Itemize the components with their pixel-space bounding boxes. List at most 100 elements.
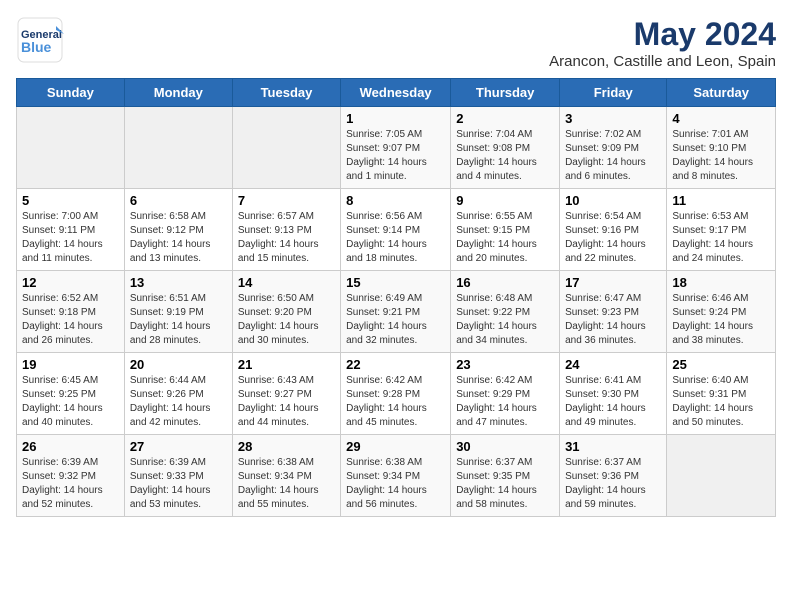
calendar-cell: 22 Sunrise: 6:42 AM Sunset: 9:28 PM Dayli… [341, 353, 451, 435]
weekday-header-friday: Friday [560, 79, 667, 107]
calendar-week-row: 19 Sunrise: 6:45 AM Sunset: 9:25 PM Dayli… [17, 353, 776, 435]
calendar-cell [667, 435, 776, 517]
day-number: 12 [22, 275, 119, 290]
cell-info: Sunrise: 6:58 AM Sunset: 9:12 PM Dayligh… [130, 210, 227, 266]
day-number: 17 [565, 275, 661, 290]
cell-info: Sunrise: 6:42 AM Sunset: 9:29 PM Dayligh… [456, 374, 554, 430]
calendar-table: SundayMondayTuesdayWednesdayThursdayFrid… [16, 78, 776, 517]
calendar-cell: 2 Sunrise: 7:04 AM Sunset: 9:08 PM Daylig… [451, 107, 560, 189]
weekday-header-thursday: Thursday [451, 79, 560, 107]
calendar-cell: 31Sunrise: 6:37 AM Sunset: 9:36 PM Dayli… [560, 435, 667, 517]
calendar-cell: 14 Sunrise: 6:50 AM Sunset: 9:20 PM Dayli… [232, 271, 340, 353]
calendar-cell: 3 Sunrise: 7:02 AM Sunset: 9:09 PM Daylig… [560, 107, 667, 189]
day-number: 3 [565, 111, 661, 126]
location-title: Arancon, Castille and Leon, Spain [549, 53, 776, 70]
day-number: 15 [346, 275, 445, 290]
calendar-week-row: 26Sunrise: 6:39 AM Sunset: 9:32 PM Dayli… [17, 435, 776, 517]
calendar-cell: 30 Sunrise: 6:37 AM Sunset: 9:35 PM Dayli… [451, 435, 560, 517]
day-number: 31 [565, 439, 661, 454]
cell-info: Sunrise: 6:48 AM Sunset: 9:22 PM Dayligh… [456, 292, 554, 348]
calendar-cell: 7 Sunrise: 6:57 AM Sunset: 9:13 PM Daylig… [232, 189, 340, 271]
cell-info: Sunrise: 6:56 AM Sunset: 9:14 PM Dayligh… [346, 210, 445, 266]
cell-info: Sunrise: 6:51 AM Sunset: 9:19 PM Dayligh… [130, 292, 227, 348]
cell-info: Sunrise: 6:40 AM Sunset: 9:31 PM Dayligh… [672, 374, 770, 430]
calendar-cell: 16 Sunrise: 6:48 AM Sunset: 9:22 PM Dayli… [451, 271, 560, 353]
calendar-cell: 27 Sunrise: 6:39 AM Sunset: 9:33 PM Dayli… [124, 435, 232, 517]
cell-info: Sunrise: 6:55 AM Sunset: 9:15 PM Dayligh… [456, 210, 554, 266]
calendar-cell: 17Sunrise: 6:47 AM Sunset: 9:23 PM Dayli… [560, 271, 667, 353]
day-number: 22 [346, 357, 445, 372]
calendar-cell: 4 Sunrise: 7:01 AM Sunset: 9:10 PM Daylig… [667, 107, 776, 189]
calendar-cell: 15 Sunrise: 6:49 AM Sunset: 9:21 PM Dayli… [341, 271, 451, 353]
cell-info: Sunrise: 6:39 AM Sunset: 9:33 PM Dayligh… [130, 456, 227, 512]
calendar-cell: 19 Sunrise: 6:45 AM Sunset: 9:25 PM Dayli… [17, 353, 125, 435]
calendar-cell: 29 Sunrise: 6:38 AM Sunset: 9:34 PM Dayli… [341, 435, 451, 517]
day-number: 28 [238, 439, 335, 454]
logo: General Blue [16, 16, 64, 64]
logo-svg: General Blue [16, 16, 64, 64]
cell-info: Sunrise: 6:52 AM Sunset: 9:18 PM Dayligh… [22, 292, 119, 348]
cell-info: Sunrise: 6:49 AM Sunset: 9:21 PM Dayligh… [346, 292, 445, 348]
cell-info: Sunrise: 6:46 AM Sunset: 9:24 PM Dayligh… [672, 292, 770, 348]
cell-info: Sunrise: 6:43 AM Sunset: 9:27 PM Dayligh… [238, 374, 335, 430]
cell-info: Sunrise: 6:44 AM Sunset: 9:26 PM Dayligh… [130, 374, 227, 430]
day-number: 20 [130, 357, 227, 372]
day-number: 26 [22, 439, 119, 454]
day-number: 27 [130, 439, 227, 454]
cell-info: Sunrise: 6:54 AM Sunset: 9:16 PM Dayligh… [565, 210, 661, 266]
month-title: May 2024 [549, 16, 776, 53]
calendar-cell: 24 Sunrise: 6:41 AM Sunset: 9:30 PM Dayli… [560, 353, 667, 435]
calendar-cell: 5Sunrise: 7:00 AM Sunset: 9:11 PM Daylig… [17, 189, 125, 271]
calendar-cell: 18 Sunrise: 6:46 AM Sunset: 9:24 PM Dayli… [667, 271, 776, 353]
cell-info: Sunrise: 7:01 AM Sunset: 9:10 PM Dayligh… [672, 128, 770, 184]
day-number: 21 [238, 357, 335, 372]
svg-text:Blue: Blue [21, 39, 52, 55]
calendar-cell: 28 Sunrise: 6:38 AM Sunset: 9:34 PM Dayli… [232, 435, 340, 517]
calendar-cell: 12 Sunrise: 6:52 AM Sunset: 9:18 PM Dayli… [17, 271, 125, 353]
cell-info: Sunrise: 6:42 AM Sunset: 9:28 PM Dayligh… [346, 374, 445, 430]
cell-info: Sunrise: 6:57 AM Sunset: 9:13 PM Dayligh… [238, 210, 335, 266]
calendar-cell: 20 Sunrise: 6:44 AM Sunset: 9:26 PM Dayli… [124, 353, 232, 435]
cell-info: Sunrise: 7:02 AM Sunset: 9:09 PM Dayligh… [565, 128, 661, 184]
cell-info: Sunrise: 7:04 AM Sunset: 9:08 PM Dayligh… [456, 128, 554, 184]
day-number: 16 [456, 275, 554, 290]
day-number: 30 [456, 439, 554, 454]
calendar-week-row: 5Sunrise: 7:00 AM Sunset: 9:11 PM Daylig… [17, 189, 776, 271]
cell-info: Sunrise: 6:37 AM Sunset: 9:35 PM Dayligh… [456, 456, 554, 512]
day-number: 24 [565, 357, 661, 372]
day-number: 6 [130, 193, 227, 208]
day-number: 29 [346, 439, 445, 454]
weekday-header-saturday: Saturday [667, 79, 776, 107]
day-number: 18 [672, 275, 770, 290]
day-number: 19 [22, 357, 119, 372]
calendar-cell: 6 Sunrise: 6:58 AM Sunset: 9:12 PM Daylig… [124, 189, 232, 271]
cell-info: Sunrise: 6:38 AM Sunset: 9:34 PM Dayligh… [346, 456, 445, 512]
calendar-cell: 26Sunrise: 6:39 AM Sunset: 9:32 PM Dayli… [17, 435, 125, 517]
calendar-cell [17, 107, 125, 189]
weekday-header-tuesday: Tuesday [232, 79, 340, 107]
cell-info: Sunrise: 6:41 AM Sunset: 9:30 PM Dayligh… [565, 374, 661, 430]
day-number: 11 [672, 193, 770, 208]
calendar-cell: 21 Sunrise: 6:43 AM Sunset: 9:27 PM Dayli… [232, 353, 340, 435]
calendar-cell: 9 Sunrise: 6:55 AM Sunset: 9:15 PM Daylig… [451, 189, 560, 271]
cell-info: Sunrise: 7:05 AM Sunset: 9:07 PM Dayligh… [346, 128, 445, 184]
calendar-cell: 23Sunrise: 6:42 AM Sunset: 9:29 PM Dayli… [451, 353, 560, 435]
cell-info: Sunrise: 6:50 AM Sunset: 9:20 PM Dayligh… [238, 292, 335, 348]
day-number: 1 [346, 111, 445, 126]
day-number: 2 [456, 111, 554, 126]
day-number: 8 [346, 193, 445, 208]
weekday-header-row: SundayMondayTuesdayWednesdayThursdayFrid… [17, 79, 776, 107]
cell-info: Sunrise: 6:45 AM Sunset: 9:25 PM Dayligh… [22, 374, 119, 430]
weekday-header-sunday: Sunday [17, 79, 125, 107]
calendar-cell: 13Sunrise: 6:51 AM Sunset: 9:19 PM Dayli… [124, 271, 232, 353]
calendar-cell: 1 Sunrise: 7:05 AM Sunset: 9:07 PM Daylig… [341, 107, 451, 189]
cell-info: Sunrise: 6:38 AM Sunset: 9:34 PM Dayligh… [238, 456, 335, 512]
calendar-cell: 8 Sunrise: 6:56 AM Sunset: 9:14 PM Daylig… [341, 189, 451, 271]
day-number: 9 [456, 193, 554, 208]
day-number: 5 [22, 193, 119, 208]
day-number: 14 [238, 275, 335, 290]
calendar-cell: 25Sunrise: 6:40 AM Sunset: 9:31 PM Dayli… [667, 353, 776, 435]
day-number: 4 [672, 111, 770, 126]
day-number: 7 [238, 193, 335, 208]
calendar-cell [124, 107, 232, 189]
